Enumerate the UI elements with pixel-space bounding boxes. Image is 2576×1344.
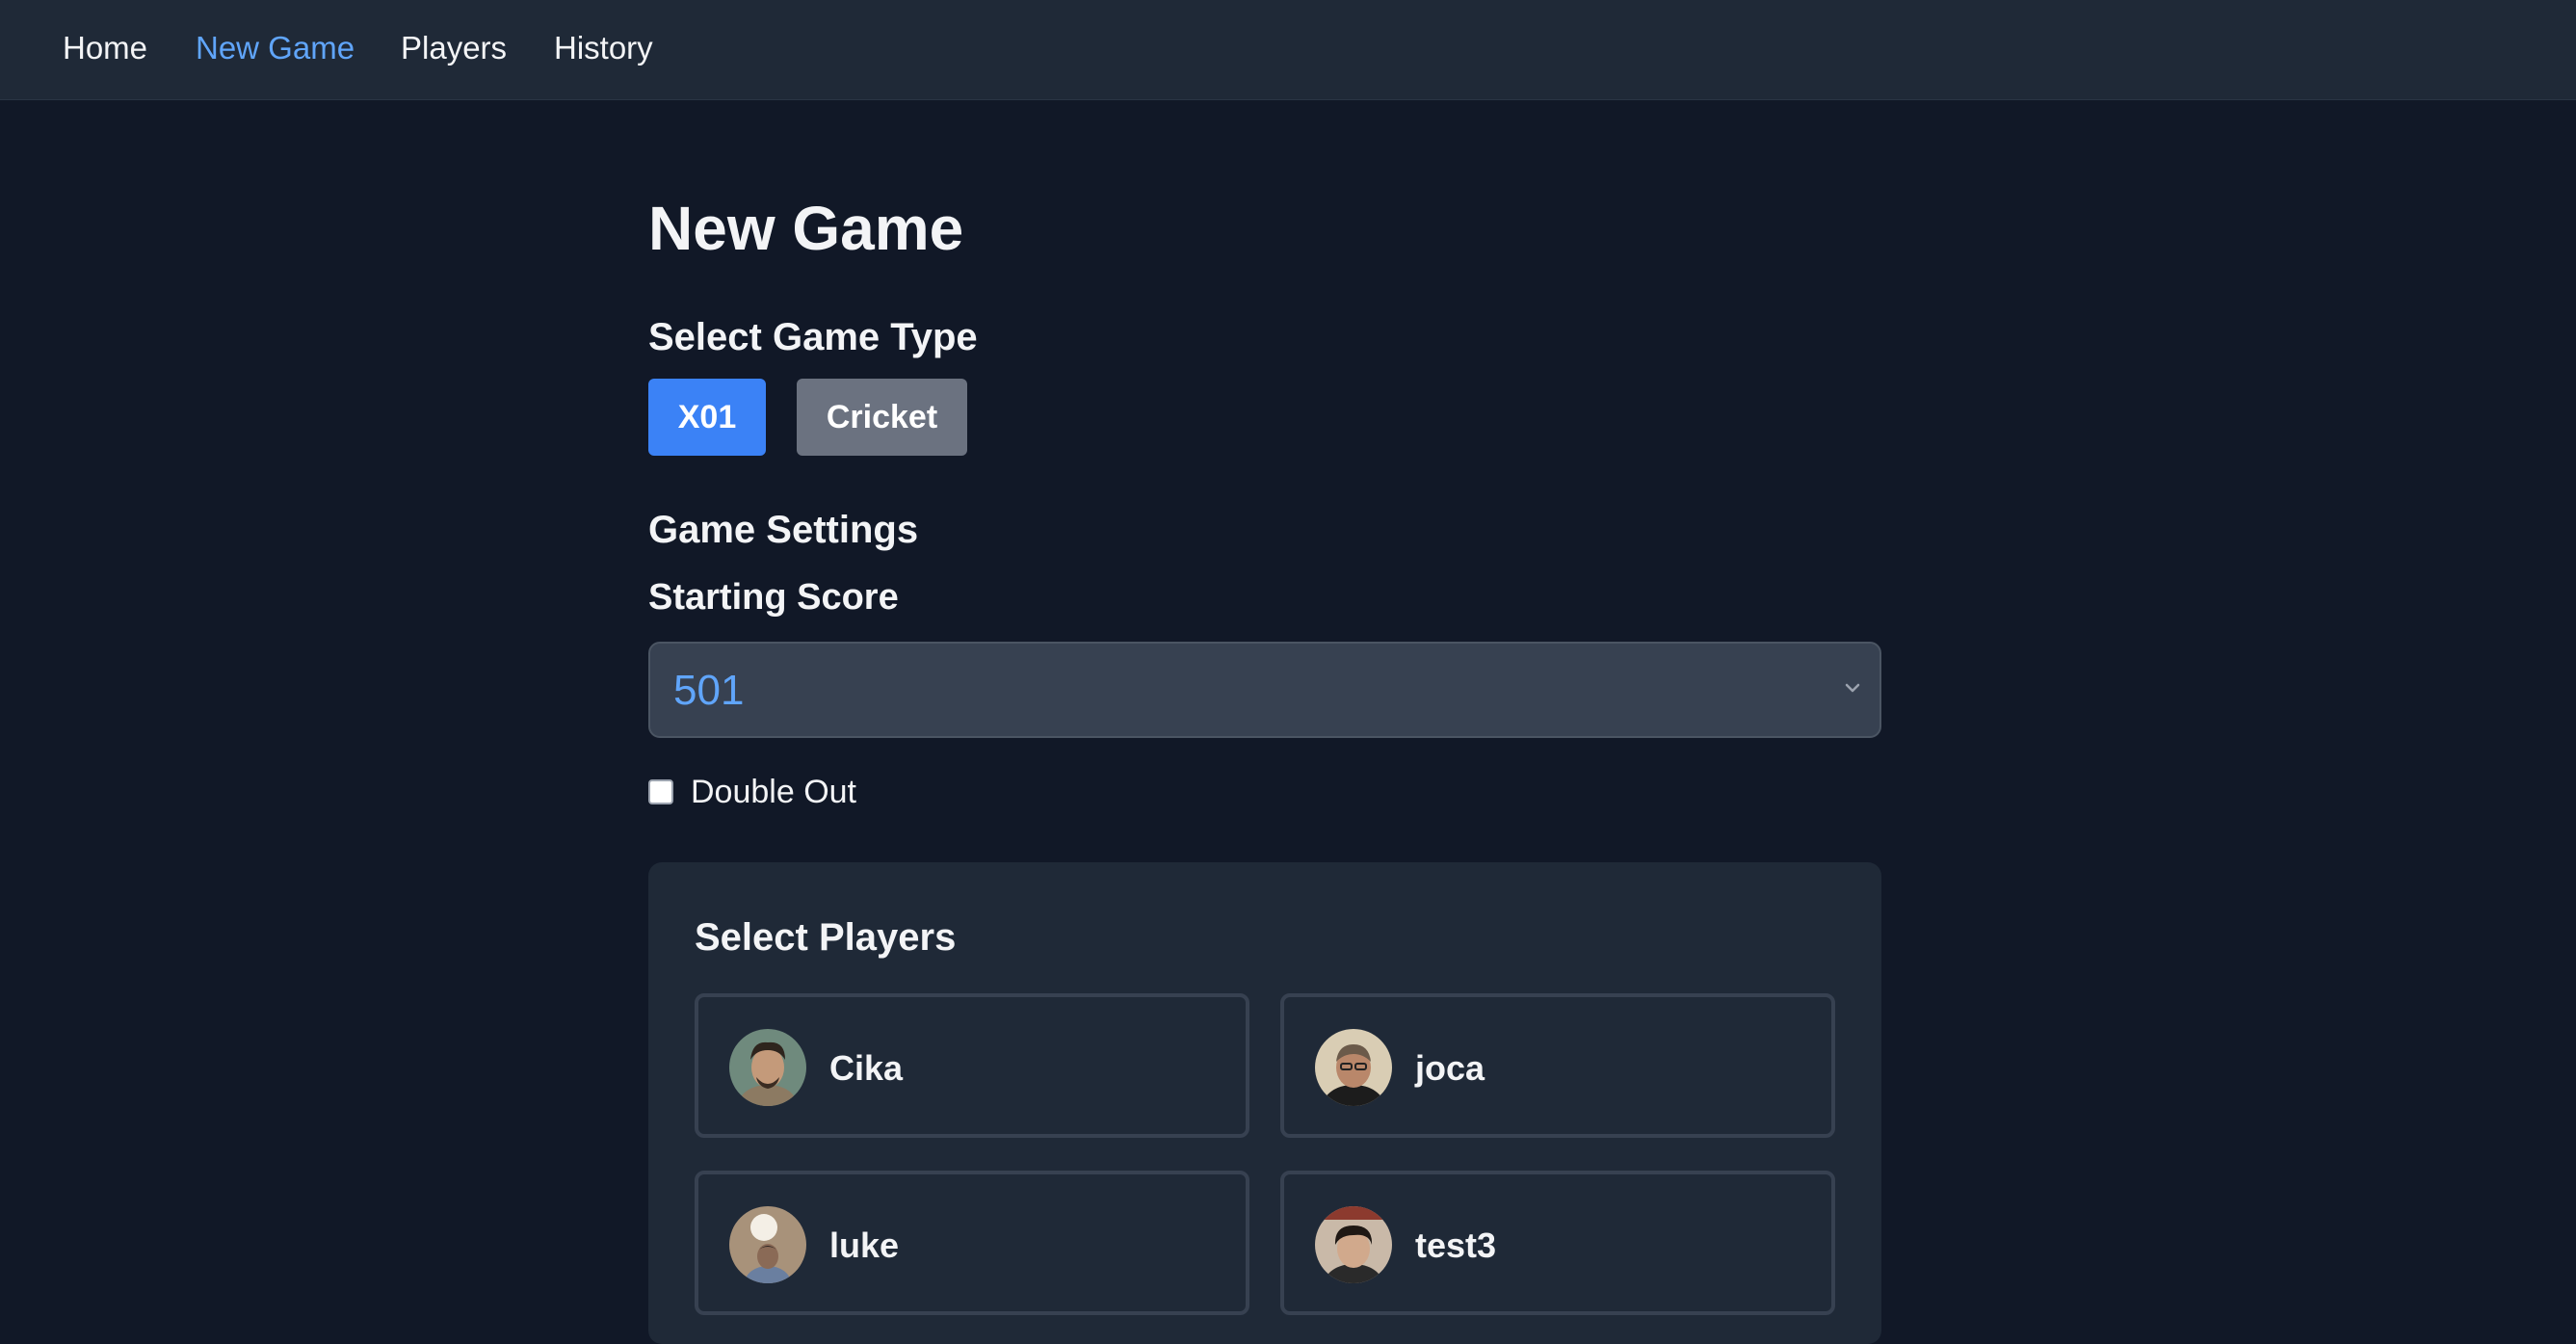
- game-type-heading: Select Game Type: [648, 316, 978, 358]
- select-players-heading: Select Players: [695, 916, 957, 959]
- double-out-option[interactable]: Double Out: [648, 771, 856, 813]
- double-out-checkbox[interactable]: [648, 779, 673, 804]
- page-title: New Game: [648, 194, 964, 263]
- player-card-luke[interactable]: luke: [695, 1171, 1249, 1315]
- player-name: test3: [1415, 1225, 1497, 1265]
- game-settings-heading: Game Settings: [648, 509, 919, 551]
- game-type-cricket-button[interactable]: Cricket: [797, 379, 967, 456]
- player-avatar: [1315, 1206, 1392, 1283]
- select-players-panel: Select Players Cika joca luke test3: [648, 862, 1881, 1344]
- player-avatar: [729, 1206, 806, 1283]
- double-out-label: Double Out: [691, 773, 856, 810]
- top-navbar: Home New Game Players History: [0, 0, 2576, 100]
- starting-score-value: 501: [673, 667, 745, 714]
- starting-score-select[interactable]: 501: [648, 642, 1881, 738]
- nav-link-new-game[interactable]: New Game: [196, 27, 355, 69]
- chevron-down-icon: [1841, 676, 1864, 699]
- starting-score-label: Starting Score: [648, 577, 899, 618]
- player-avatar: [729, 1029, 806, 1106]
- nav-link-players[interactable]: Players: [401, 27, 507, 69]
- nav-link-history[interactable]: History: [554, 27, 653, 69]
- player-name: Cika: [829, 1048, 904, 1088]
- player-name: luke: [829, 1225, 900, 1265]
- game-type-x01-button[interactable]: X01: [648, 379, 766, 456]
- player-card-test3[interactable]: test3: [1280, 1171, 1835, 1315]
- player-avatar: [1315, 1029, 1392, 1106]
- player-card-cika[interactable]: Cika: [695, 993, 1249, 1138]
- player-card-joca[interactable]: joca: [1280, 993, 1835, 1138]
- nav-link-home[interactable]: Home: [63, 27, 147, 69]
- player-name: joca: [1415, 1048, 1485, 1088]
